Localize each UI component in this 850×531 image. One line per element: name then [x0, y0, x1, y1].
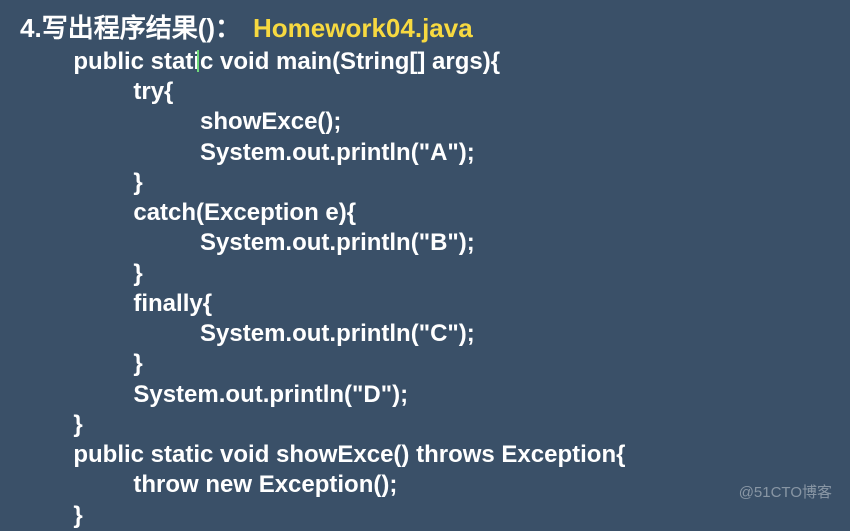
code-block: public static void main(String[] args){ …	[0, 47, 850, 531]
question-text: 写出程序结果()：	[42, 8, 241, 45]
code-line: }	[20, 169, 143, 196]
code-line: throw new Exception();	[20, 471, 397, 498]
code-line: System.out.println("A");	[20, 139, 475, 166]
code-line: finally{	[20, 290, 212, 317]
code-line: System.out.println("B");	[20, 229, 475, 256]
code-line: catch(Exception e){	[20, 199, 356, 226]
code-line: System.out.println("D");	[20, 381, 408, 408]
code-line: c void main(String[] args){	[200, 48, 500, 75]
code-line: public stati	[20, 48, 200, 75]
code-line: }	[20, 502, 83, 529]
code-line: }	[20, 350, 143, 377]
code-line: System.out.println("C");	[20, 320, 475, 347]
filename: Homework04.java	[253, 13, 473, 44]
watermark: @51CTO博客	[739, 481, 832, 502]
question-number: 4.	[20, 13, 42, 44]
slide-title: 4. 写出程序结果()： Homework04.java	[0, 0, 850, 45]
code-line: }	[20, 260, 143, 287]
code-line: public static void showExce() throws Exc…	[20, 441, 625, 468]
code-line: try{	[20, 78, 173, 105]
text-cursor-icon	[197, 50, 199, 72]
code-line: showExce();	[20, 108, 341, 135]
code-line: }	[20, 411, 83, 438]
